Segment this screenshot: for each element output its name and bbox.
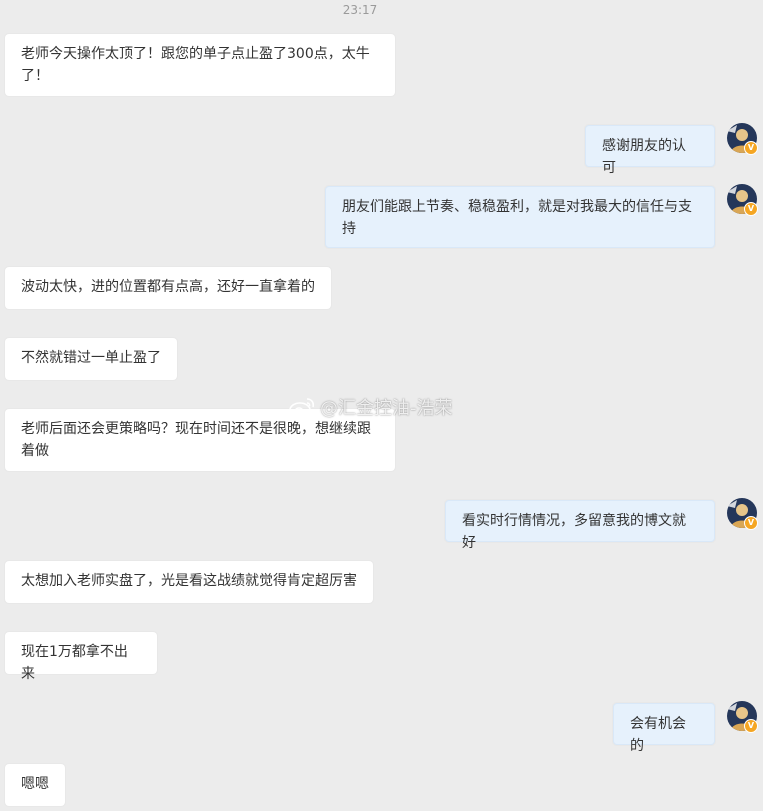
message-bubble-incoming: 太想加入老师实盘了，光是看这战绩就觉得肯定超厉害: [5, 561, 373, 603]
message-bubble-outgoing: 朋友们能跟上节奏、稳稳盈利，就是对我最大的信任与支持: [325, 186, 715, 248]
message-bubble-incoming: 不然就错过一单止盈了: [5, 338, 177, 380]
message-text: 波动太快，进的位置都有点高，还好一直拿着的: [21, 279, 315, 295]
message-bubble-incoming: 老师后面还会更策略吗？现在时间还不是很晚，想继续跟着做: [5, 409, 395, 471]
chat-timestamp: 23:17: [342, 3, 378, 17]
message-text: 感谢朋友的认可: [602, 138, 686, 176]
verified-badge-icon: V: [744, 516, 758, 530]
message-text: 会有机会的: [630, 716, 686, 754]
message-text: 嗯嗯: [21, 776, 49, 792]
verified-badge-icon: V: [744, 141, 758, 155]
message-bubble-outgoing: 会有机会的: [613, 703, 715, 754]
message-text: 不然就错过一单止盈了: [21, 350, 161, 366]
message-bubble-outgoing: 看实时行情情况，多留意我的博文就好: [445, 500, 715, 551]
verified-badge-icon: V: [744, 202, 758, 216]
message-text: 老师今天操作太顶了！跟您的单子点止盈了300点，太牛了！: [21, 46, 370, 84]
message-bubble-incoming: 嗯嗯: [5, 764, 65, 806]
message-text: 太想加入老师实盘了，光是看这战绩就觉得肯定超厉害: [21, 573, 357, 589]
verified-badge-icon: V: [744, 719, 758, 733]
message-text: 老师后面还会更策略吗？现在时间还不是很晚，想继续跟着做: [21, 421, 371, 459]
message-bubble-incoming: 现在1万都拿不出来: [5, 632, 157, 682]
message-bubble-incoming: 波动太快，进的位置都有点高，还好一直拿着的: [5, 267, 331, 309]
message-bubble-outgoing: 感谢朋友的认可: [585, 125, 715, 176]
message-text: 现在1万都拿不出来: [21, 644, 128, 682]
message-text: 朋友们能跟上节奏、稳稳盈利，就是对我最大的信任与支持: [342, 199, 692, 237]
message-text: 看实时行情情况，多留意我的博文就好: [462, 513, 686, 551]
message-bubble-incoming: 老师今天操作太顶了！跟您的单子点止盈了300点，太牛了！: [5, 34, 395, 96]
